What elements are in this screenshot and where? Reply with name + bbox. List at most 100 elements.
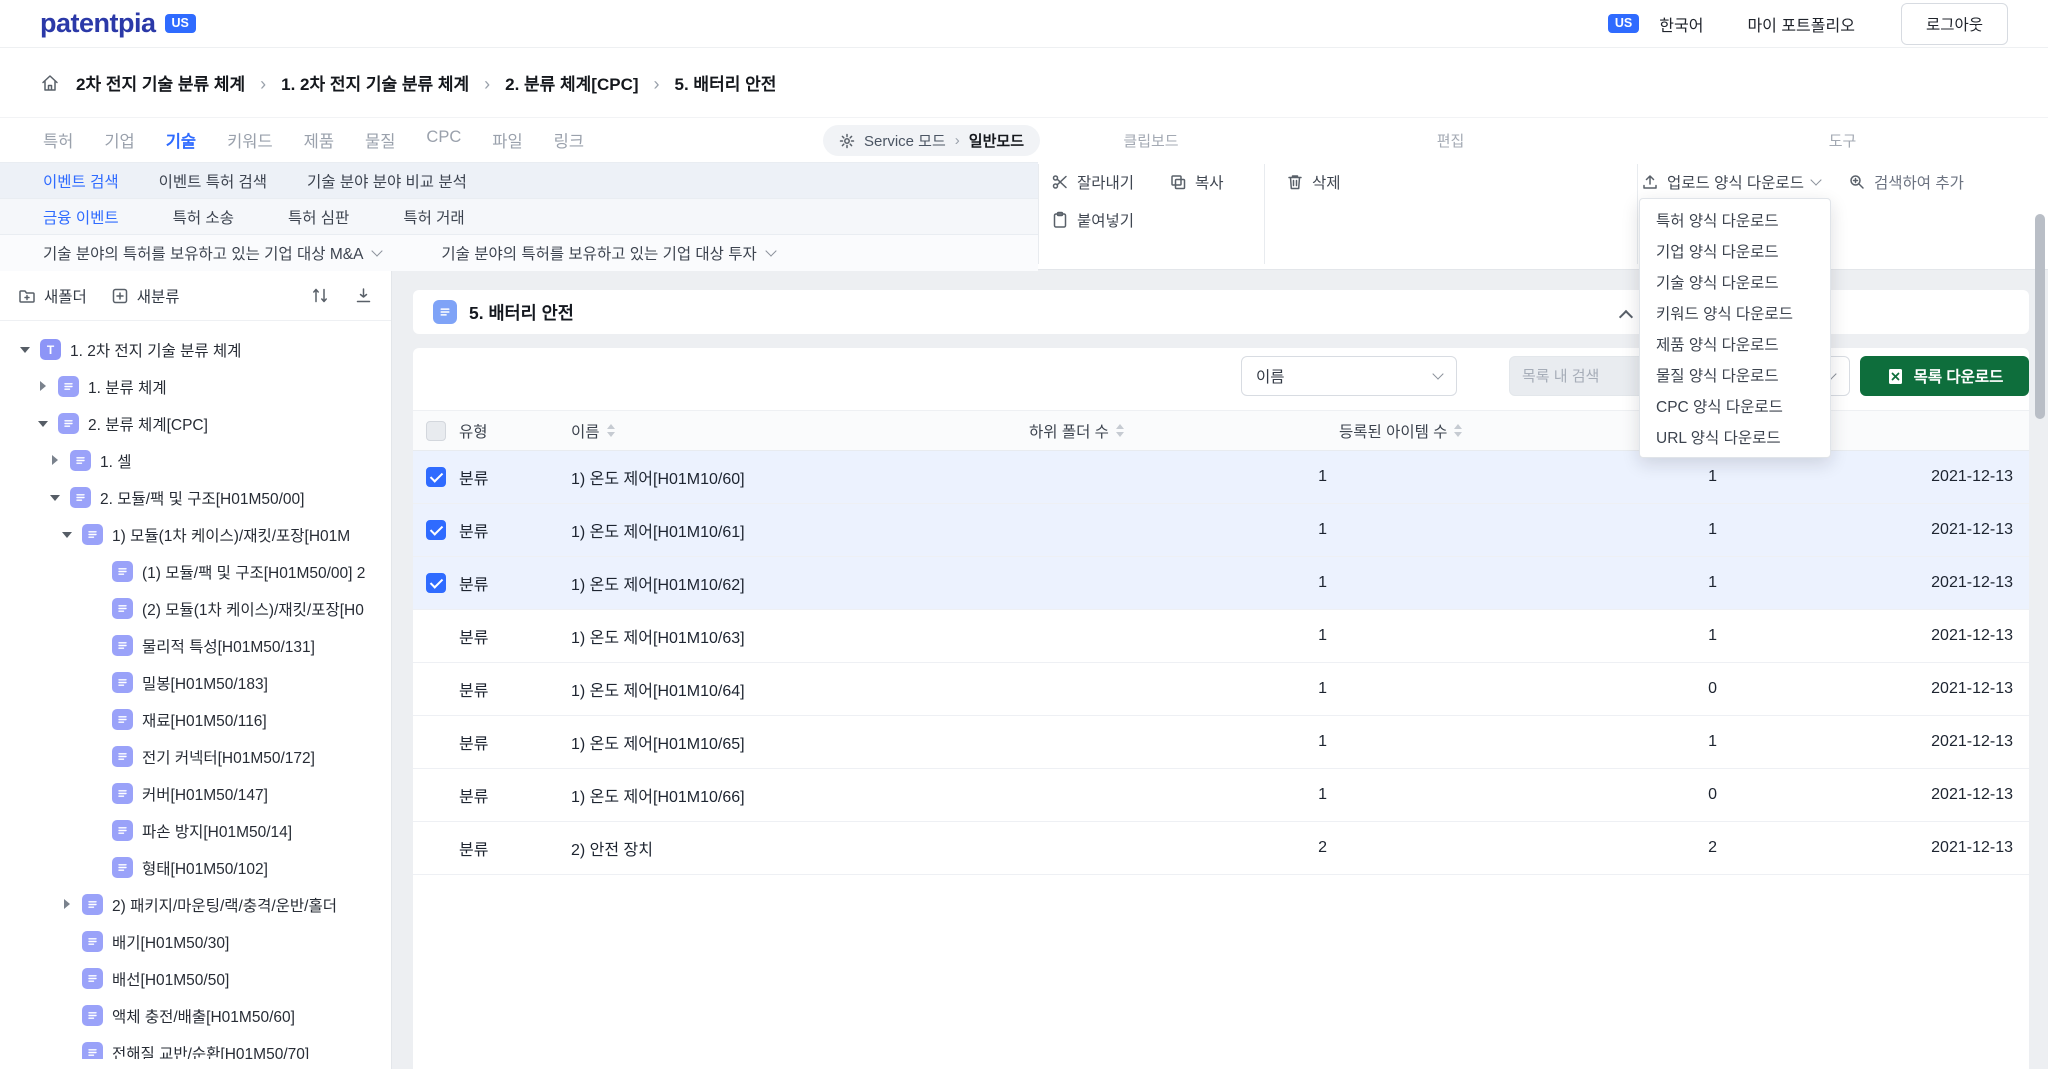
ribbon-tab[interactable]: 제품 <box>304 128 334 152</box>
tree-node[interactable]: 2. 분류 체계[CPC] <box>0 405 391 442</box>
tree-expand-icon[interactable] <box>38 381 49 392</box>
ribbon-tab[interactable]: 링크 <box>554 128 584 152</box>
column-header-name[interactable]: 이름 <box>571 420 1029 442</box>
tree-node[interactable]: 1. 분류 체계 <box>0 368 391 405</box>
tree-node[interactable]: 전기 커넥터[H01M50/172] <box>0 738 391 775</box>
sort-icon[interactable] <box>606 424 615 437</box>
tree-node[interactable]: 배기[H01M50/30] <box>0 923 391 960</box>
row-checkbox-cell[interactable] <box>413 467 459 487</box>
copy-button[interactable]: 복사 <box>1169 171 1224 193</box>
tree-node[interactable]: 물리적 특성[H01M50/131] <box>0 627 391 664</box>
tree-node[interactable]: T 1. 2차 전지 기술 분류 체계 <box>0 331 391 368</box>
finance-row-item[interactable]: 특허 소송 <box>173 206 234 228</box>
upload-template-menu-item[interactable]: 물질 양식 다운로드 <box>1640 359 1830 390</box>
tree-expand-icon[interactable] <box>50 492 61 503</box>
finance-row-item[interactable]: 특허 심판 <box>288 206 349 228</box>
new-folder-button[interactable]: 새폴더 <box>18 285 87 307</box>
tree-expand-icon[interactable] <box>50 455 61 466</box>
breadcrumb-item[interactable]: 2. 분류 체계[CPC] <box>469 70 638 95</box>
upload-template-button[interactable]: 업로드 양식 다운로드 <box>1641 171 1822 193</box>
table-row[interactable]: 분류 1) 온도 제어[H01M10/61] 1 1 2021-12-13 <box>413 504 2029 557</box>
upload-template-menu-item[interactable]: URL 양식 다운로드 <box>1640 421 1830 452</box>
tree-node[interactable]: 밀봉[H01M50/183] <box>0 664 391 701</box>
breadcrumb-item[interactable]: 5. 배터리 안전 <box>639 70 777 95</box>
scrollbar-thumb[interactable] <box>2035 214 2045 419</box>
row-checkbox[interactable] <box>426 573 446 593</box>
collapse-panel-icon[interactable] <box>1621 309 1632 320</box>
logout-button[interactable]: 로그아웃 <box>1900 2 2008 45</box>
column-select[interactable]: 이름 <box>1241 356 1457 396</box>
table-row[interactable]: 분류 1) 온도 제어[H01M10/63] 1 1 2021-12-13 <box>413 610 2029 663</box>
tree-node[interactable]: (2) 모듈(1차 케이스)/재킷/포장[H0 <box>0 590 391 627</box>
select-all-checkbox[interactable] <box>426 420 446 441</box>
tree-expand-icon[interactable] <box>38 418 49 429</box>
tree-node[interactable]: 커버[H01M50/147] <box>0 775 391 812</box>
cut-button[interactable]: 잘라내기 <box>1051 171 1134 193</box>
table-row[interactable]: 분류 1) 온도 제어[H01M10/65] 1 1 2021-12-13 <box>413 716 2029 769</box>
event-row-item[interactable]: 이벤트 특허 검색 <box>159 170 267 192</box>
tree-node[interactable]: (1) 모듈/팩 및 구조[H01M50/00] 2 <box>0 553 391 590</box>
tree-node[interactable]: 1) 모듈(1차 케이스)/재킷/포장[H01M <box>0 516 391 553</box>
tree-node[interactable]: 2. 모듈/팩 및 구조[H01M50/00] <box>0 479 391 516</box>
paste-button[interactable]: 붙여넣기 <box>1051 209 1134 231</box>
service-mode-pill[interactable]: Service 모드 › 일반모드 <box>823 125 1040 156</box>
breadcrumb-item[interactable]: 2차 전지 기술 분류 체계 <box>76 70 245 95</box>
tree-node[interactable]: 2) 패키지/마운팅/랙/충격/운반/홀더 <box>0 886 391 923</box>
row-checkbox-cell[interactable] <box>413 732 459 752</box>
ribbon-tab[interactable]: 파일 <box>492 128 522 152</box>
column-header-subfolders[interactable]: 하위 폴더 수 <box>1029 420 1339 442</box>
search-add-button[interactable]: 검색하여 추가 <box>1848 171 1964 193</box>
sort-tree-icon[interactable] <box>311 286 330 305</box>
row-checkbox-cell[interactable] <box>413 520 459 540</box>
download-list-button[interactable]: 목록 다운로드 <box>1860 356 2029 396</box>
row-checkbox-cell[interactable] <box>413 838 459 858</box>
finance-row-item[interactable]: 금융 이벤트 <box>43 206 119 228</box>
upload-template-menu-item[interactable]: 키워드 양식 다운로드 <box>1640 297 1830 328</box>
table-row[interactable]: 분류 1) 온도 제어[H01M10/64] 1 0 2021-12-13 <box>413 663 2029 716</box>
sort-icon[interactable] <box>1454 424 1463 437</box>
upload-template-menu-item[interactable]: 제품 양식 다운로드 <box>1640 328 1830 359</box>
home-icon[interactable] <box>40 73 60 93</box>
tree-node[interactable]: 형태[H01M50/102] <box>0 849 391 886</box>
logo[interactable]: patentpia <box>40 8 156 39</box>
ribbon-tab[interactable]: 특허 <box>43 128 73 152</box>
table-row[interactable]: 분류 1) 온도 제어[H01M10/62] 1 1 2021-12-13 <box>413 557 2029 610</box>
table-row[interactable]: 분류 1) 온도 제어[H01M10/66] 1 0 2021-12-13 <box>413 769 2029 822</box>
tree-expand-icon[interactable] <box>62 899 73 910</box>
breadcrumb-item[interactable]: 1. 2차 전지 기술 분류 체계 <box>245 70 469 95</box>
row-checkbox-cell[interactable] <box>413 679 459 699</box>
finance-row-item[interactable]: 특허 거래 <box>403 206 464 228</box>
new-category-button[interactable]: 새분류 <box>111 285 180 307</box>
tree-node[interactable]: 1. 셀 <box>0 442 391 479</box>
row-checkbox-cell[interactable] <box>413 626 459 646</box>
table-row[interactable]: 분류 2) 안전 장치 2 2 2021-12-13 <box>413 822 2029 875</box>
scope-row-item[interactable]: 기술 분야의 특허를 보유하고 있는 기업 대상 투자 <box>441 242 777 264</box>
upload-template-menu-item[interactable]: 기업 양식 다운로드 <box>1640 235 1830 266</box>
row-checkbox-cell[interactable] <box>413 785 459 805</box>
my-portfolio-link[interactable]: 마이 포트폴리오 <box>1747 12 1855 36</box>
delete-button[interactable]: 삭제 <box>1286 171 1341 193</box>
tree-expand-icon[interactable] <box>62 529 73 540</box>
collapse-all-icon[interactable] <box>354 286 373 305</box>
tree-expand-icon[interactable] <box>20 344 31 355</box>
tree-node[interactable]: 파손 방지[H01M50/14] <box>0 812 391 849</box>
event-row-item[interactable]: 이벤트 검색 <box>43 170 119 192</box>
language-selector[interactable]: 한국어 <box>1659 12 1703 36</box>
row-checkbox[interactable] <box>426 520 446 540</box>
upload-template-menu-item[interactable]: CPC 양식 다운로드 <box>1640 390 1830 421</box>
row-checkbox[interactable] <box>426 467 446 487</box>
upload-template-menu-item[interactable]: 기술 양식 다운로드 <box>1640 266 1830 297</box>
tree-node[interactable]: 재료[H01M50/116] <box>0 701 391 738</box>
scope-row-item[interactable]: 기술 분야의 특허를 보유하고 있는 기업 대상 M&A <box>43 242 384 264</box>
sort-icon[interactable] <box>1115 424 1124 437</box>
tree-node[interactable]: 전해질 교반/순환[H01M50/70] <box>0 1034 391 1059</box>
tree-node[interactable]: 액체 충전/배출[H01M50/60] <box>0 997 391 1034</box>
ribbon-tab[interactable]: 물질 <box>365 128 395 152</box>
ribbon-tab[interactable]: CPC <box>426 128 461 152</box>
upload-template-menu-item[interactable]: 특허 양식 다운로드 <box>1640 204 1830 235</box>
ribbon-tab[interactable]: 기업 <box>104 128 134 152</box>
event-row-item[interactable]: 기술 분야 분야 비교 분석 <box>307 170 467 192</box>
tree-node[interactable]: 배선[H01M50/50] <box>0 960 391 997</box>
ribbon-tab[interactable]: 기술 <box>166 128 196 152</box>
select-all-cell[interactable] <box>413 420 459 441</box>
